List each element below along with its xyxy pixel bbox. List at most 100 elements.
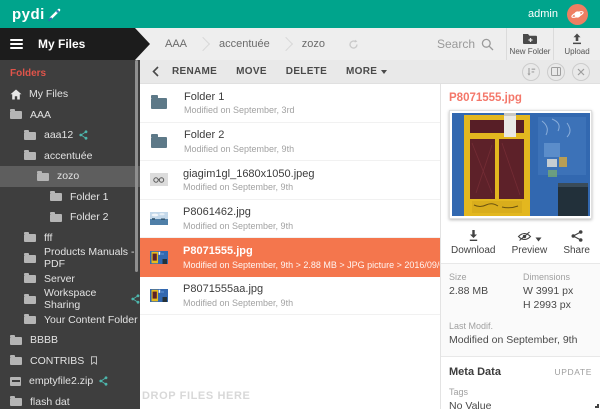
folders-section-label: Folders <box>0 60 140 84</box>
sidebar-item-products-manuals[interactable]: Products Manuals - PDF <box>0 248 140 269</box>
sidebar-item-flash-dat[interactable]: flash dat <box>0 392 140 409</box>
sort-button[interactable] <box>522 63 540 81</box>
preview-button[interactable]: Preview <box>512 228 548 256</box>
file-modified: Modified on September, 9th > 2.88 MB > J… <box>183 260 440 270</box>
file-row-p8061462[interactable]: P8061462.jpg Modified on September, 9th <box>140 200 440 239</box>
sidebar-item-label: zozo <box>57 170 79 182</box>
dimension-width: W 3991 px <box>523 285 573 299</box>
share-icon <box>571 228 583 242</box>
new-folder-icon <box>522 33 538 45</box>
rename-button[interactable]: RENAME <box>172 66 217 77</box>
sidebar-item-aaa12[interactable]: aaa12 <box>0 125 140 146</box>
username-label[interactable]: admin <box>528 8 558 20</box>
file-row-folder-2[interactable]: Folder 2 Modified on September, 9th <box>140 123 440 162</box>
new-folder-button[interactable]: New Folder <box>507 28 553 60</box>
pydio-logo[interactable]: pydi <box>12 6 63 23</box>
sidebar-item-label: accentuée <box>44 150 92 162</box>
sidebar-item-folder-1[interactable]: Folder 1 <box>0 187 140 208</box>
shared-icon <box>131 294 140 304</box>
resize-grip[interactable] <box>595 404 599 408</box>
rocket-icon <box>47 6 63 22</box>
search-icon <box>481 38 494 51</box>
sidebar-item-accentuee[interactable]: accentuée <box>0 146 140 167</box>
upload-button[interactable]: Upload <box>554 28 600 60</box>
breadcrumb-item[interactable]: zozo <box>289 38 338 50</box>
folder-icon <box>24 296 36 304</box>
folder-icon <box>151 98 167 109</box>
sidebar-item-my-files[interactable]: My Files <box>0 84 140 105</box>
sidebar-item-label: Your Content Folder <box>44 314 138 326</box>
sidebar-item-label: My Files <box>29 88 68 100</box>
logo-text: pydi <box>12 6 45 23</box>
sidebar-item-workspace-sharing[interactable]: Workspace Sharing <box>0 289 140 310</box>
folder-icon <box>24 316 36 324</box>
toggle-panel-button[interactable] <box>547 63 565 81</box>
file-modified: Modified on September, 9th <box>184 144 294 154</box>
delete-button[interactable]: DELETE <box>286 66 327 77</box>
move-button[interactable]: MOVE <box>236 66 267 77</box>
folder-icon <box>24 275 36 283</box>
top-app-bar: pydi admin <box>0 0 600 28</box>
meta-data-title: Meta Data <box>449 366 501 378</box>
download-label: Download <box>451 245 495 256</box>
last-modified-value: Modified on September, 9th <box>449 334 592 348</box>
preview-image[interactable] <box>449 110 592 219</box>
sidebar-item-contribs[interactable]: CONTRIBS <box>0 351 140 372</box>
size-value: 2.88 MB <box>449 285 523 299</box>
file-thumbnail <box>150 251 168 264</box>
refresh-icon[interactable] <box>348 39 359 50</box>
file-thumbnail <box>150 173 168 186</box>
sidebar-item-label: AAA <box>30 109 51 121</box>
menu-icon[interactable] <box>10 37 23 51</box>
sidebar-item-zozo[interactable]: zozo <box>0 166 140 187</box>
share-button[interactable]: Share <box>563 228 590 256</box>
action-toolbar: RENAME MOVE DELETE MORE <box>140 60 600 84</box>
sidebar-item-label: Products Manuals - PDF <box>44 246 140 270</box>
chevron-down-icon <box>535 237 542 242</box>
folder-icon <box>24 255 36 263</box>
file-thumbnail <box>150 289 168 302</box>
new-folder-label: New Folder <box>510 47 551 56</box>
sidebar-scrollbar[interactable] <box>135 60 138 272</box>
back-button[interactable] <box>152 66 159 77</box>
sidebar-item-emptyfile2-zip[interactable]: emptyfile2.zip <box>0 371 140 392</box>
file-row-p8071555aa[interactable]: P8071555aa.jpg Modified on September, 9t… <box>140 277 440 316</box>
download-button[interactable]: Download <box>451 228 495 256</box>
file-modified: Modified on September, 9th <box>183 298 293 308</box>
folder-icon <box>24 234 36 242</box>
planet-icon <box>571 8 584 21</box>
breadcrumb: AAA accentuée zozo <box>152 28 359 60</box>
bookmark-icon <box>90 356 98 365</box>
sidebar-item-bbbb[interactable]: BBBB <box>0 330 140 351</box>
close-button[interactable] <box>572 63 590 81</box>
file-row-folder-1[interactable]: Folder 1 Modified on September, 3rd <box>140 84 440 123</box>
file-row-p8071555-selected[interactable]: P8071555.jpg Modified on September, 9th … <box>140 238 440 277</box>
sidebar-item-aaa[interactable]: AAA <box>0 105 140 126</box>
shared-icon <box>79 130 88 140</box>
sidebar-item-fff[interactable]: fff <box>0 228 140 249</box>
zip-file-icon <box>10 377 21 386</box>
detail-actions: Download Preview Share <box>441 219 600 263</box>
more-button[interactable]: MORE <box>346 66 387 77</box>
breadcrumb-item[interactable]: AAA <box>152 38 200 50</box>
file-name: giagim1gl_1680x1050.jpeg <box>183 168 315 180</box>
file-row-giagim[interactable]: giagim1gl_1680x1050.jpeg Modified on Sep… <box>140 161 440 200</box>
sidebar-item-folder-2[interactable]: Folder 2 <box>0 207 140 228</box>
sidebar-item-label: Folder 2 <box>70 211 109 223</box>
detail-panel: P8071555.jpg <box>440 84 600 409</box>
search-input[interactable]: Search <box>425 28 506 60</box>
pydio-app: pydi admin AAA accentuée zozo <box>0 0 600 409</box>
sidebar-item-label: emptyfile2.zip <box>29 375 93 387</box>
user-avatar[interactable] <box>567 4 588 25</box>
sidebar-item-server[interactable]: Server <box>0 269 140 290</box>
workspace-title[interactable]: My Files <box>38 37 85 51</box>
home-icon <box>10 89 22 100</box>
upload-label: Upload <box>564 47 589 56</box>
update-button[interactable]: UPDATE <box>555 367 592 377</box>
folder-icon <box>10 337 22 345</box>
file-name: Folder 2 <box>184 129 294 141</box>
sidebar-item-your-content-folder[interactable]: Your Content Folder <box>0 310 140 331</box>
file-list: Folder 1 Modified on September, 3rd Fold… <box>140 84 440 409</box>
sidebar-item-label: BBBB <box>30 334 58 346</box>
breadcrumb-item[interactable]: accentuée <box>206 38 283 50</box>
